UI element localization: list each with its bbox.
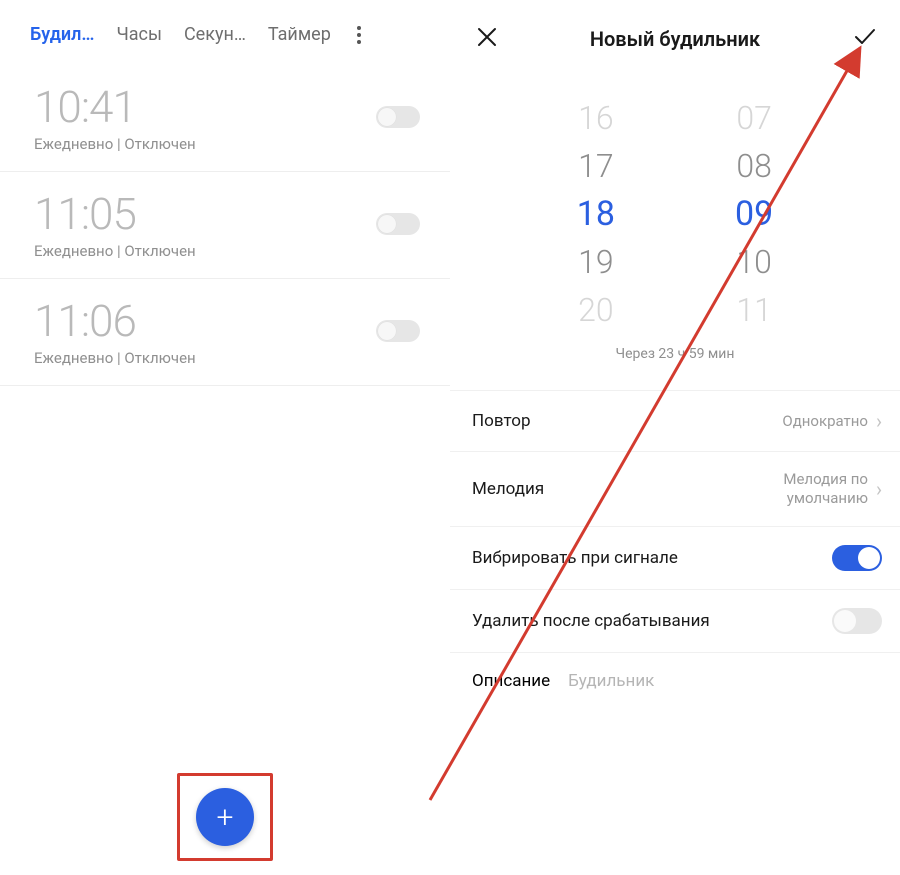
tab-alarm[interactable]: Будил… <box>30 24 94 45</box>
confirm-check-icon[interactable] <box>852 24 878 54</box>
picker-item: 16 <box>577 94 615 142</box>
description-row[interactable]: Описание Будильник <box>450 653 900 709</box>
picker-item: 07 <box>735 94 773 142</box>
picker-item: 10 <box>735 238 773 286</box>
row-label: Повтор <box>472 411 531 431</box>
row-label: Описание <box>472 671 550 691</box>
time-until-text: Через 23 ч 59 мин <box>450 346 900 390</box>
annotation-highlight: + <box>177 773 273 861</box>
close-icon[interactable] <box>476 26 498 52</box>
repeat-row[interactable]: Повтор Однократно › <box>450 391 900 452</box>
alarm-time: 11:05 <box>34 188 196 240</box>
time-picker[interactable]: 16 17 18 19 20 07 08 09 10 11 <box>450 64 900 346</box>
alarm-time: 10:41 <box>34 81 196 133</box>
alarm-toggle[interactable] <box>376 106 420 128</box>
tab-stopwatch[interactable]: Секун… <box>184 24 246 45</box>
plus-icon: + <box>217 800 234 835</box>
row-value: Однократно <box>782 412 868 431</box>
page-title: Новый будильник <box>590 27 760 51</box>
row-value: Мелодия по умолчанию <box>728 470 868 508</box>
picker-item: 19 <box>577 238 615 286</box>
alarm-subtitle: Ежедневно | Отключен <box>34 349 196 367</box>
picker-item-selected: 18 <box>577 190 615 238</box>
picker-item: 17 <box>577 142 615 190</box>
alarm-subtitle: Ежедневно | Отключен <box>34 242 196 260</box>
chevron-right-icon: › <box>876 409 882 433</box>
new-alarm-screen: Новый будильник 16 17 18 19 20 07 08 09 … <box>450 0 900 875</box>
more-menu-icon[interactable] <box>357 26 361 44</box>
tab-clock[interactable]: Часы <box>116 24 162 45</box>
new-alarm-header: Новый будильник <box>450 10 900 64</box>
picker-item: 11 <box>735 286 773 334</box>
alarm-row[interactable]: 11:06 Ежедневно | Отключен <box>0 279 450 386</box>
row-label: Удалить после срабатывания <box>472 611 710 631</box>
description-placeholder: Будильник <box>568 671 654 691</box>
alarm-settings-list: Повтор Однократно › Мелодия Мелодия по у… <box>450 390 900 709</box>
picker-item-selected: 09 <box>735 190 773 238</box>
alarm-row[interactable]: 10:41 Ежедневно | Отключен <box>0 65 450 172</box>
alarm-toggle[interactable] <box>376 213 420 235</box>
picker-item: 08 <box>735 142 773 190</box>
alarm-subtitle: Ежедневно | Отключен <box>34 135 196 153</box>
alarm-row[interactable]: 11:05 Ежедневно | Отключен <box>0 172 450 279</box>
minute-picker-col[interactable]: 07 08 09 10 11 <box>735 94 773 334</box>
vibrate-row: Вибрировать при сигнале <box>450 527 900 590</box>
tab-timer[interactable]: Таймер <box>268 24 331 45</box>
hour-picker-col[interactable]: 16 17 18 19 20 <box>577 94 615 334</box>
alarm-list-screen: Будил… Часы Секун… Таймер 10:41 Ежедневн… <box>0 0 450 875</box>
delete-after-toggle[interactable] <box>832 608 882 634</box>
delete-after-row: Удалить после срабатывания <box>450 590 900 653</box>
picker-item: 20 <box>577 286 615 334</box>
vibrate-toggle[interactable] <box>832 545 882 571</box>
chevron-right-icon: › <box>876 477 882 501</box>
alarm-time: 11:06 <box>34 295 196 347</box>
row-label: Вибрировать при сигнале <box>472 548 678 568</box>
ringtone-row[interactable]: Мелодия Мелодия по умолчанию › <box>450 452 900 527</box>
row-label: Мелодия <box>472 479 544 499</box>
add-alarm-fab[interactable]: + <box>196 788 254 846</box>
tabs-bar: Будил… Часы Секун… Таймер <box>0 10 450 65</box>
alarm-toggle[interactable] <box>376 320 420 342</box>
